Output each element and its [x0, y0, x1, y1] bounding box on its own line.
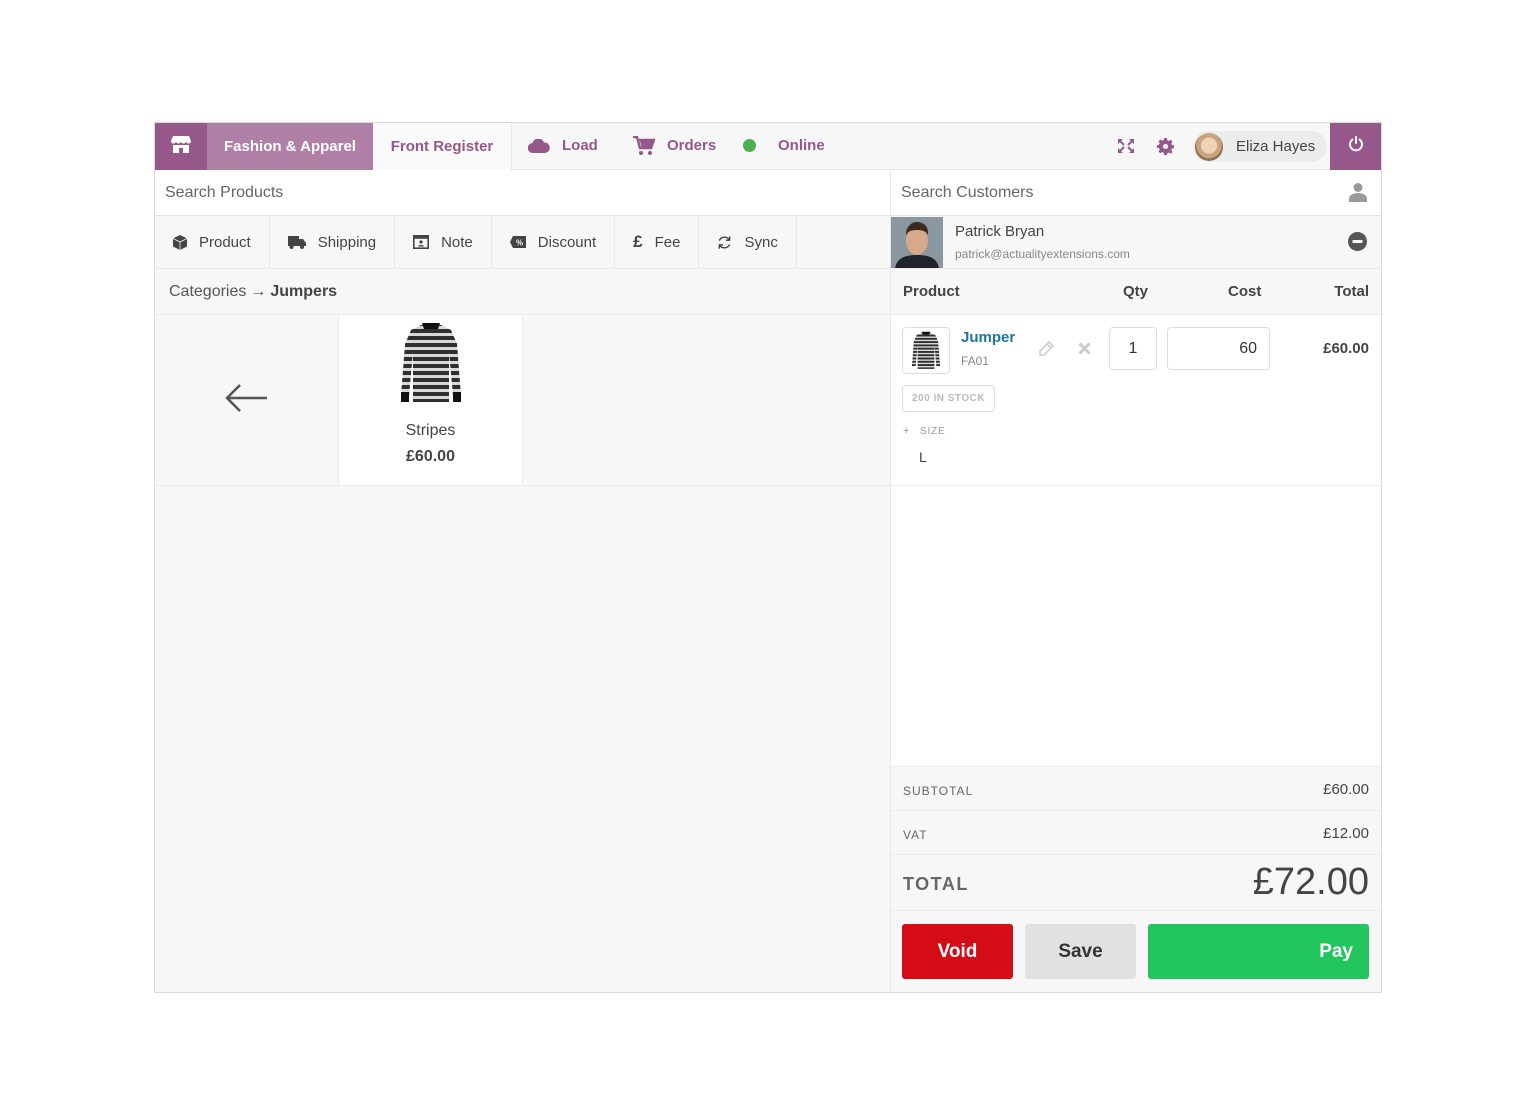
pound-icon: £: [633, 232, 643, 251]
line-item-total: £60.00: [1323, 340, 1369, 357]
add-discount-button[interactable]: % Discount: [491, 216, 616, 268]
store-name[interactable]: Fashion & Apparel: [207, 123, 373, 170]
line-item-sku: FA01: [961, 354, 990, 368]
arrow-left-icon: [224, 383, 269, 418]
product-image: [399, 322, 463, 406]
col-total: Total: [1334, 283, 1369, 300]
user-avatar: [1195, 132, 1223, 161]
line-item-image: [902, 327, 950, 374]
tax-label: VAT: [903, 828, 928, 842]
fee-action-label: Fee: [654, 233, 681, 251]
meta-label: SIZE: [920, 426, 946, 437]
logout-button[interactable]: [1330, 123, 1381, 170]
cost-input[interactable]: [1167, 327, 1270, 370]
customer-avatar: [891, 217, 943, 268]
col-cost: Cost: [1228, 283, 1262, 300]
add-fee-button[interactable]: £ Fee: [615, 216, 700, 268]
user-icon[interactable]: [1349, 182, 1367, 207]
subtotal-value: £60.00: [1323, 781, 1369, 798]
store-button[interactable]: [155, 123, 207, 170]
user-name: Eliza Hayes: [1236, 138, 1316, 155]
note-icon: [413, 235, 430, 249]
note-action-label: Note: [441, 233, 473, 251]
pos-app: Fashion & Apparel Front Register Load Or…: [154, 122, 1382, 993]
gear-icon[interactable]: [1155, 136, 1175, 156]
truck-icon: [287, 235, 306, 249]
fullscreen-icon[interactable]: [1116, 136, 1136, 156]
nav-online-status: Online: [743, 123, 825, 168]
discount-tag-icon: %: [509, 236, 526, 248]
breadcrumb: Categories → Jumpers: [155, 269, 890, 315]
products-panel: Product Shipping Note % Discount: [155, 170, 890, 992]
cart-panel: Patrick Bryan patrick@actualityextension…: [890, 170, 1381, 992]
customer-email: patrick@actualityextensions.com: [955, 247, 1130, 261]
breadcrumb-root[interactable]: Categories: [169, 283, 246, 301]
tax-value: £12.00: [1323, 825, 1369, 842]
product-tile-price: £60.00: [406, 448, 455, 465]
cart-line-item: Jumper FA01 £60.00 200 IN STOCK + SIZE L: [891, 315, 1381, 486]
add-note-button[interactable]: Note: [395, 216, 492, 268]
breadcrumb-separator: →: [250, 282, 267, 300]
register-name[interactable]: Front Register: [373, 123, 512, 170]
col-qty: Qty: [1123, 283, 1149, 300]
back-button[interactable]: [155, 316, 339, 485]
shipping-action-label: Shipping: [317, 233, 377, 251]
add-shipping-button[interactable]: Shipping: [269, 216, 396, 268]
search-products-input[interactable]: [155, 170, 890, 216]
product-tile-name: Stripes: [405, 422, 456, 439]
nav-orders-label: Orders: [667, 137, 717, 154]
add-product-button[interactable]: Product: [155, 216, 270, 268]
subtotal-row: SUBTOTAL £60.00: [891, 767, 1381, 811]
total-value: £72.00: [1252, 861, 1369, 903]
cloud-icon: [528, 138, 550, 153]
void-button[interactable]: Void: [902, 924, 1013, 979]
line-item-name[interactable]: Jumper: [961, 329, 1015, 346]
save-button[interactable]: Save: [1025, 924, 1136, 979]
nav-orders[interactable]: Orders: [633, 123, 716, 168]
col-product: Product: [903, 283, 960, 300]
total-label: TOTAL: [903, 874, 969, 894]
nav-load-label: Load: [562, 137, 598, 154]
customer-name: Patrick Bryan: [955, 223, 1045, 240]
plus-icon[interactable]: +: [903, 425, 909, 437]
remove-item-icon[interactable]: [1078, 342, 1091, 360]
grand-total-row: TOTAL £72.00: [891, 855, 1381, 911]
pay-button[interactable]: Pay: [1148, 924, 1369, 979]
user-menu[interactable]: Eliza Hayes: [1193, 131, 1327, 162]
top-bar: Fashion & Apparel Front Register Load Or…: [155, 123, 1381, 170]
cart-icon: [633, 135, 655, 156]
cart-totals: SUBTOTAL £60.00 VAT £12.00 TOTAL £72.00 …: [891, 766, 1381, 992]
store-icon: [171, 135, 191, 158]
action-toolbar: Product Shipping Note % Discount £ Fee S…: [155, 216, 890, 269]
search-customers-input[interactable]: [891, 170, 1381, 216]
product-tile[interactable]: Stripes £60.00: [339, 316, 523, 485]
sync-icon: [717, 235, 732, 250]
quantity-input[interactable]: [1109, 327, 1157, 370]
nav-load[interactable]: Load: [528, 123, 598, 168]
pencil-icon[interactable]: [1038, 340, 1055, 362]
divider: [155, 485, 890, 486]
cart-header: Product Qty Cost Total: [891, 269, 1381, 315]
power-icon: [1348, 136, 1364, 157]
tax-row: VAT £12.00: [891, 811, 1381, 855]
discount-action-label: Discount: [537, 233, 597, 251]
cube-icon: [173, 234, 187, 250]
product-action-label: Product: [199, 233, 251, 251]
remove-customer-icon[interactable]: [1348, 232, 1367, 256]
selected-customer: Patrick Bryan patrick@actualityextension…: [891, 216, 1381, 269]
stock-badge: 200 IN STOCK: [902, 385, 996, 412]
svg-text:%: %: [516, 239, 523, 248]
subtotal-label: SUBTOTAL: [903, 784, 974, 798]
sync-button[interactable]: Sync: [699, 216, 797, 268]
online-status-label: Online: [778, 137, 825, 154]
status-dot-icon: [743, 139, 756, 152]
meta-value: L: [919, 449, 927, 465]
sync-action-label: Sync: [744, 233, 778, 251]
breadcrumb-current: Jumpers: [270, 282, 338, 300]
